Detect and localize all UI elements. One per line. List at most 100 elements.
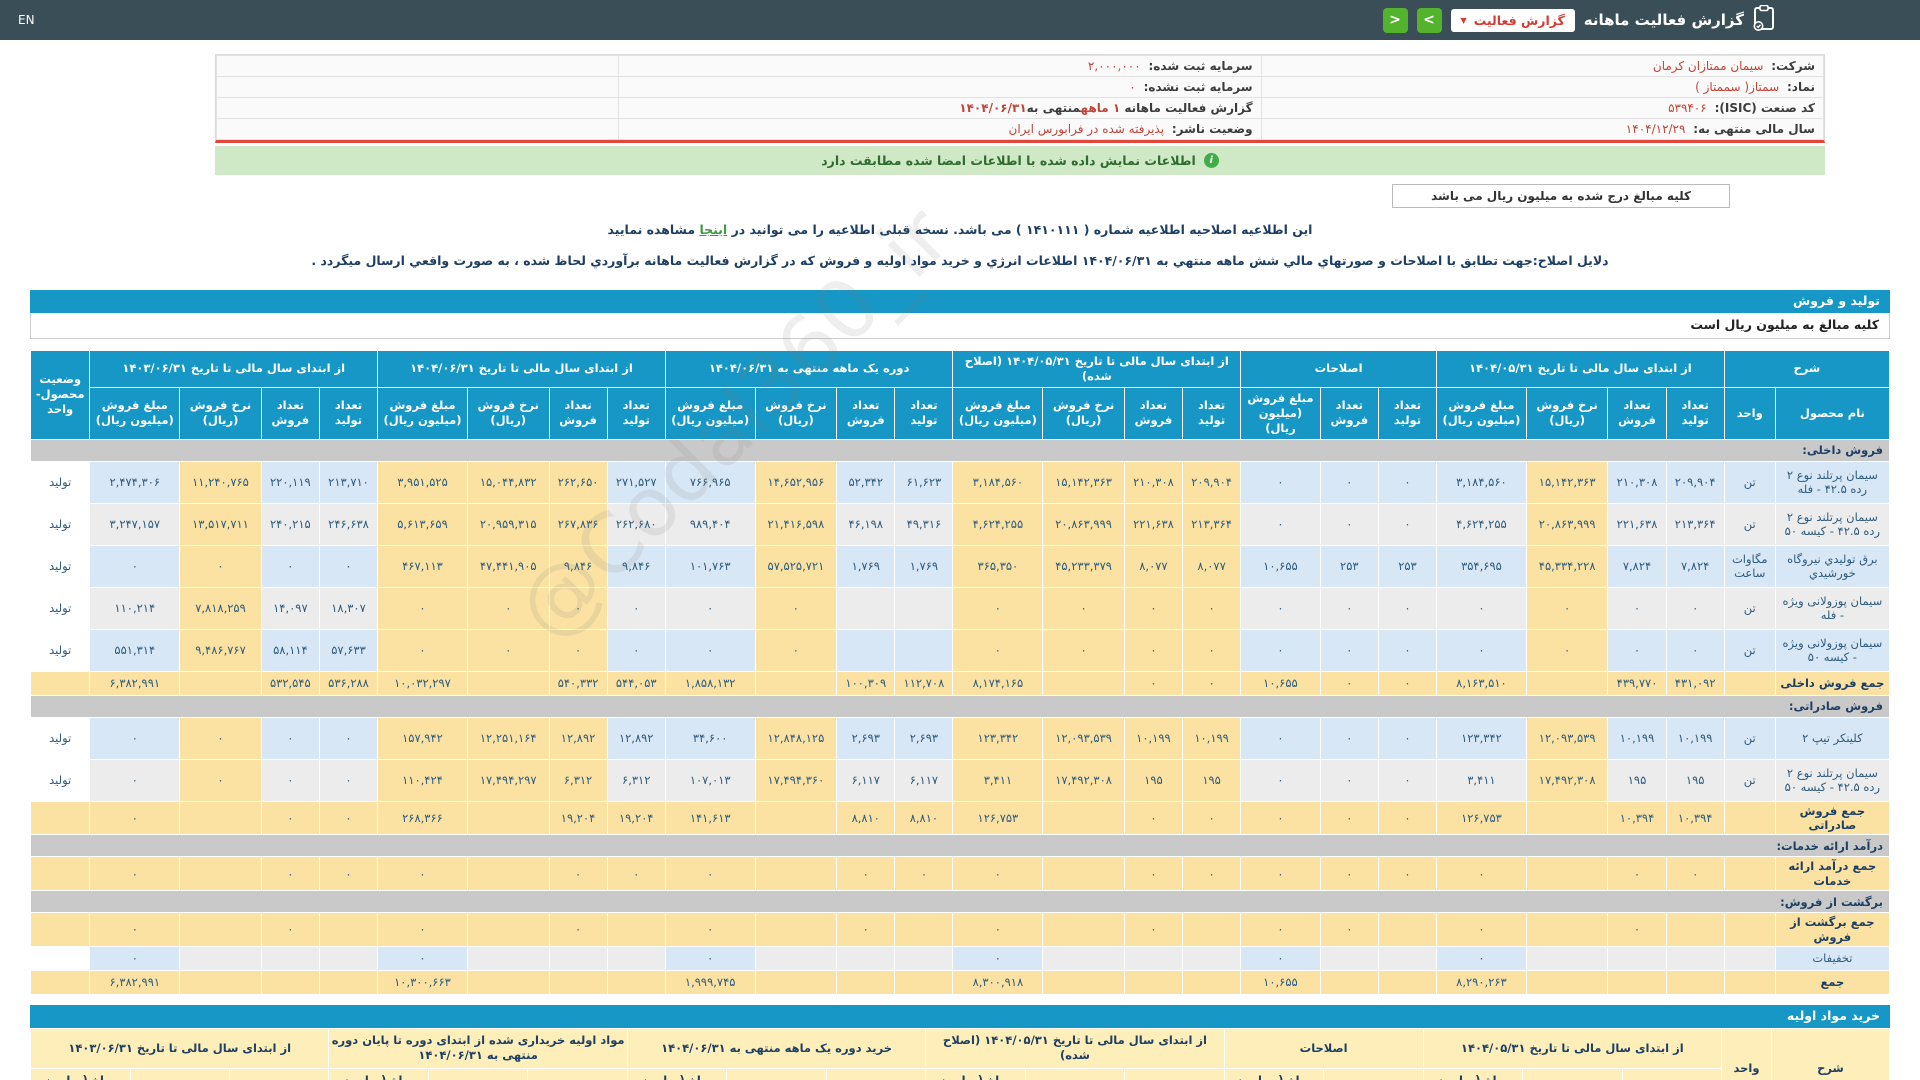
status-cell	[29, 945, 91, 971]
report-period-length: ۱ ماهه	[1080, 101, 1121, 115]
value-cell	[466, 670, 550, 696]
value-cell: ۲۱۳,۳۶۴	[1182, 502, 1242, 546]
column-group-header: از ابتدای سال مالی تا تاریخ ۱۴۰۴/۰۵/۳۱ (…	[925, 1027, 1225, 1069]
column-header: مقدار	[1621, 1067, 1723, 1080]
value-cell: ۰	[466, 628, 550, 672]
value-cell: ۰	[260, 544, 320, 588]
value-cell: ۰	[377, 856, 468, 892]
column-group-header: دوره یک ماهه منتهی به ۱۴۰۴/۰۶/۳۱	[664, 350, 954, 388]
value-cell	[894, 945, 954, 971]
language-toggle[interactable]: EN	[18, 13, 35, 27]
value-cell: ۳,۱۸۴,۵۶۰	[1436, 460, 1527, 504]
value-cell: ۵۳۲,۵۴۵	[260, 670, 320, 696]
value-cell: ۲۱۳,۷۱۰	[318, 460, 379, 504]
previous-version-link[interactable]: اینجا	[699, 222, 727, 237]
value-cell	[466, 969, 550, 995]
value-cell: ۰	[89, 945, 181, 971]
signed-data-notice-text: اطلاعات نمایش داده شده با اطلاعات امضا ش…	[821, 153, 1196, 168]
report-type-dropdown[interactable]: گزارش فعالیت ▼	[1450, 8, 1575, 32]
value-cell: ۱۰۱,۷۶۳	[664, 544, 756, 588]
value-cell: ۰	[1525, 586, 1609, 630]
value-cell	[1525, 969, 1609, 995]
top-bar: گزارش فعالیت ماهانه گزارش فعالیت ▼ > < E…	[0, 0, 1920, 40]
value-cell: ۱۴,۰۹۷	[260, 586, 320, 630]
value-cell	[836, 586, 896, 630]
value-cell: ۱۱۰,۴۲۴	[377, 758, 468, 802]
previous-report-button[interactable]: <	[1382, 7, 1408, 33]
value-cell: ۲۶۲,۶۵۰	[548, 460, 608, 504]
value-cell: ۱۰,۶۵۵	[1240, 969, 1321, 995]
value-cell: ۰	[1319, 628, 1379, 672]
table-row: سیمان پرتلند نوع ۲ رده ۴۲.۵ - کیسه ۵۰ تن ۲…	[29, 502, 1891, 546]
status-cell: تولید	[29, 544, 91, 588]
value-cell: ۰	[89, 800, 181, 836]
value-cell: ۰	[260, 800, 320, 836]
value-cell	[466, 912, 550, 947]
column-header: نرخ (ریال)	[726, 1067, 827, 1080]
value-cell: ۱۰,۳۹۴	[1665, 800, 1725, 836]
value-cell: ۹,۴۸۶,۷۶۷	[179, 628, 262, 672]
info-row: شرکت: سیمان ممتازان کرمان سرمایه ثبت شده…	[216, 55, 1825, 77]
column-header: تعداد فروش	[1123, 386, 1184, 440]
value-cell	[1042, 670, 1125, 696]
value-cell: ۶,۳۱۲	[606, 758, 666, 802]
value-cell: ۴۷,۴۴۱,۹۰۵	[466, 544, 550, 588]
value-cell	[466, 856, 550, 892]
registered-capital-value: ۲,۰۰۰,۰۰۰	[1087, 59, 1141, 73]
value-cell: ۱۰,۰۳۲,۲۹۷	[377, 670, 468, 696]
value-cell: ۲۲۰,۱۱۹	[260, 460, 320, 504]
value-cell: ۰	[1319, 758, 1379, 802]
value-cell: ۳۴,۶۰۰	[664, 716, 756, 760]
unit-cell	[1723, 800, 1776, 836]
value-cell	[894, 969, 954, 995]
value-cell: ۲۰,۹۵۹,۳۱۵	[466, 502, 550, 546]
value-cell	[1123, 945, 1184, 971]
next-report-button[interactable]: >	[1416, 7, 1442, 33]
fiscal-year-value: ۱۴۰۴/۱۲/۲۹	[1625, 122, 1686, 136]
value-cell: ۱۲۳,۳۴۲	[1436, 716, 1527, 760]
value-cell: ۰	[1436, 856, 1527, 892]
value-cell: ۰	[1123, 912, 1184, 947]
status-cell	[29, 969, 91, 995]
value-cell	[754, 800, 838, 836]
column-group-header: از ابتدای سال مالی تا تاریخ ۱۴۰۴/۰۵/۳۱	[1422, 1027, 1723, 1069]
unit-cell: تن	[1723, 460, 1776, 504]
value-cell	[318, 912, 379, 947]
value-cell: ۰	[754, 628, 838, 672]
value-cell	[260, 945, 320, 971]
value-cell: ۰	[1377, 670, 1438, 696]
value-cell: ۱۱۲,۷۰۸	[894, 670, 954, 696]
value-cell: ۴۶,۱۹۸	[836, 502, 896, 546]
value-cell: ۷,۸۲۴	[1665, 544, 1725, 588]
value-cell: ۱,۷۶۹	[894, 544, 954, 588]
value-cell	[179, 856, 262, 892]
value-cell: ۱,۷۶۹	[836, 544, 896, 588]
value-cell: ۰	[1319, 586, 1379, 630]
header-group-row: شرح از ابتدای سال مالی تا تاریخ ۱۴۰۴/۰۵/۳…	[29, 350, 1891, 440]
value-cell: ۰	[1182, 800, 1242, 836]
value-cell	[606, 945, 666, 971]
value-cell: ۰	[1607, 912, 1667, 947]
value-cell	[1607, 945, 1667, 971]
value-cell	[894, 912, 954, 947]
value-cell: ۴,۶۲۴,۲۵۵	[1436, 502, 1527, 546]
unit-cell	[1723, 670, 1776, 696]
info-icon: i	[1203, 153, 1219, 168]
symbol-label: نماد:	[1786, 80, 1815, 94]
value-cell	[606, 969, 666, 995]
status-cell: تولید	[29, 502, 91, 546]
value-cell	[1182, 945, 1242, 971]
value-cell: ۵۷,۵۲۵,۷۲۱	[754, 544, 838, 588]
column-header: نرخ (ریال)	[129, 1067, 230, 1080]
table-row: سیمان پرتلند نوع ۲ رده ۴۲.۵ - کیسه ۵۰ تن ۱…	[29, 758, 1891, 802]
value-cell: ۴۳۱,۰۹۲	[1665, 670, 1725, 696]
column-header: مقدار	[228, 1067, 330, 1080]
issuer-status-value: پذیرفته شده در فرابورس ایران	[1008, 122, 1165, 136]
table-row: فروش داخلی:	[30, 438, 1890, 462]
column-group-header: از ابتدای سال مالی تا تاریخ ۱۴۰۳/۰۶/۳۱	[29, 1027, 330, 1069]
value-cell: ۰	[1607, 586, 1667, 630]
product-name-cell: سیمان پرتلند نوع ۲ رده ۴۲.۵ - کیسه ۵۰	[1774, 502, 1891, 546]
value-cell: ۲۱۰,۳۰۸	[1607, 460, 1667, 504]
value-cell: ۱۹۵	[1182, 758, 1242, 802]
table-row: جمع فروش صادراتی ۱۰,۳۹۴ ۱۰,۳۹۴ ۱۲۶,۷۵۳ ۰ ۰ ۰ ۰ ۰…	[29, 800, 1891, 836]
